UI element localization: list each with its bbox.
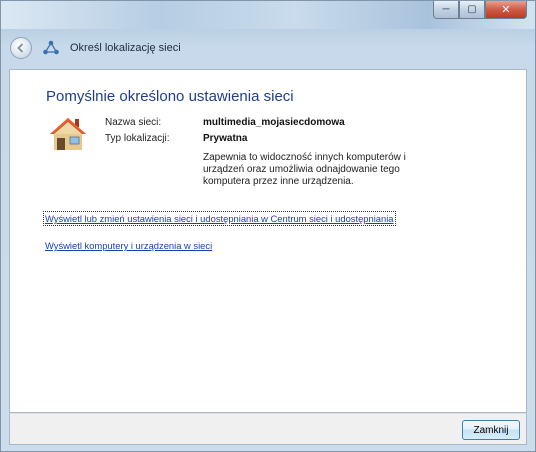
home-network-icon xyxy=(50,118,86,150)
minimize-button[interactable]: ─ xyxy=(433,1,459,19)
back-button[interactable] xyxy=(10,37,32,59)
title-bar[interactable]: ─ ▢ ✕ xyxy=(1,1,535,29)
minimize-icon: ─ xyxy=(442,4,450,15)
page-title: Pomyślnie określono ustawienia sieci xyxy=(46,88,294,105)
location-type-value: Prywatna xyxy=(203,133,248,144)
location-type-label: Typ lokalizacji: xyxy=(105,133,170,144)
network-center-link[interactable]: Wyświetl lub zmień ustawienia sieci i ud… xyxy=(43,211,396,226)
maximize-icon: ▢ xyxy=(467,4,477,15)
close-button[interactable]: Zamknij xyxy=(462,420,520,440)
maximize-button[interactable]: ▢ xyxy=(459,1,485,19)
back-arrow-icon xyxy=(17,43,24,53)
window-controls: ─ ▢ ✕ xyxy=(433,1,527,19)
view-computers-link[interactable]: Wyświetl komputery i urządzenia w sieci xyxy=(45,240,212,251)
network-icon xyxy=(43,40,59,55)
button-bar: Zamknij xyxy=(9,413,527,445)
navigation-bar: Określ lokalizację sieci xyxy=(1,29,535,67)
dialog-window: ─ ▢ ✕ Określ lokalizację sieci Pomyślnie… xyxy=(0,0,536,452)
window-title: Określ lokalizację sieci xyxy=(70,42,181,54)
location-description: Zapewnia to widoczność innych komputerów… xyxy=(203,152,406,187)
close-window-button[interactable]: ✕ xyxy=(485,1,527,19)
content-panel: Pomyślnie określono ustawienia sieci Naz… xyxy=(9,69,527,413)
network-name-value: multimedia_mojasiecdomowa xyxy=(203,117,345,128)
close-icon: ✕ xyxy=(501,4,511,16)
network-name-label: Nazwa sieci: xyxy=(105,117,162,128)
